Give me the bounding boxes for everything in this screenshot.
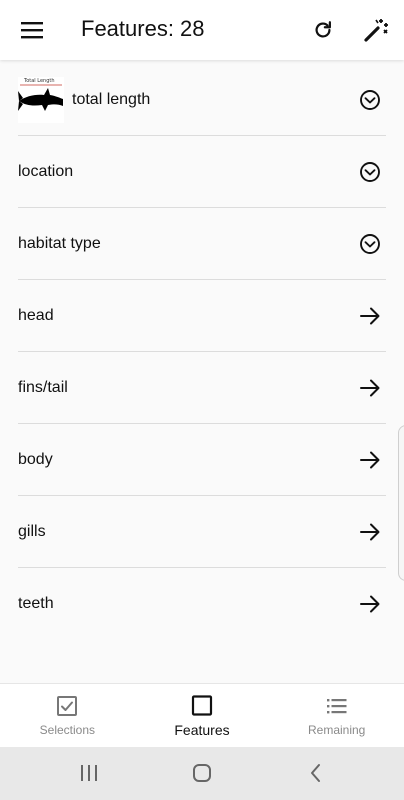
feature-list: Total Length total length location habit… xyxy=(0,64,404,640)
square-outline-icon xyxy=(191,695,213,716)
open-button[interactable] xyxy=(354,510,386,554)
home-button[interactable] xyxy=(180,755,224,791)
feature-label: fins/tail xyxy=(18,378,68,396)
expand-button[interactable] xyxy=(354,222,386,266)
recents-button[interactable] xyxy=(67,755,111,791)
arrow-right-icon xyxy=(360,523,380,541)
open-button[interactable] xyxy=(354,582,386,626)
list-icon xyxy=(326,699,347,714)
feature-row-location[interactable]: location xyxy=(18,136,386,208)
chevron-down-circle-icon xyxy=(360,90,380,110)
shark-thumbnail: Total Length xyxy=(18,76,64,123)
home-icon xyxy=(193,764,211,782)
feature-row-total-length[interactable]: Total Length total length xyxy=(18,64,386,136)
hamburger-menu-icon xyxy=(21,22,43,39)
open-button[interactable] xyxy=(354,366,386,410)
nav-item-selections[interactable]: Selections xyxy=(0,684,135,747)
feature-label: teeth xyxy=(18,595,54,612)
scroll-handle[interactable] xyxy=(398,425,404,581)
system-nav-bar xyxy=(0,747,404,800)
app-bar: Features: 28 xyxy=(0,0,404,60)
recents-icon xyxy=(81,765,97,781)
nav-label: Remaining xyxy=(307,723,366,737)
feature-row-habitat-type[interactable]: habitat type xyxy=(18,208,386,280)
magic-wand-icon xyxy=(364,19,388,42)
nav-label: Selections xyxy=(39,723,96,737)
open-button[interactable] xyxy=(354,438,386,482)
open-button[interactable] xyxy=(354,294,386,338)
back-button[interactable] xyxy=(294,755,338,791)
feature-row-body[interactable]: body xyxy=(18,424,386,496)
feature-label: total length xyxy=(72,90,151,108)
menu-button[interactable] xyxy=(10,8,54,52)
magic-wand-button[interactable] xyxy=(354,8,398,52)
checkbox-checked-icon xyxy=(57,696,78,716)
nav-label: Features xyxy=(174,722,230,738)
feature-row-head[interactable]: head xyxy=(18,280,386,352)
feature-label: body xyxy=(18,450,53,468)
arrow-right-icon xyxy=(360,451,380,469)
refresh-icon xyxy=(315,21,331,38)
feature-label: gills xyxy=(18,522,46,540)
expand-button[interactable] xyxy=(354,78,386,122)
feature-label: habitat type xyxy=(18,234,101,252)
nav-item-features[interactable]: Features xyxy=(135,684,270,747)
arrow-right-icon xyxy=(360,379,380,397)
chevron-down-circle-icon xyxy=(360,234,380,254)
back-icon xyxy=(311,764,320,782)
chevron-down-circle-icon xyxy=(360,162,380,182)
bottom-nav: Selections Features Remaining xyxy=(0,683,404,747)
feature-row-fins-tail[interactable]: fins/tail xyxy=(18,352,386,424)
nav-item-remaining[interactable]: Remaining xyxy=(269,684,404,747)
feature-label: location xyxy=(18,162,74,180)
feature-label: head xyxy=(18,306,54,324)
arrow-right-icon xyxy=(360,595,380,613)
thumbnail-caption: Total Length xyxy=(24,77,55,84)
feature-row-gills[interactable]: gills xyxy=(18,496,386,568)
page-title: Features: 28 xyxy=(81,16,205,41)
arrow-right-icon xyxy=(360,307,380,325)
expand-button[interactable] xyxy=(354,150,386,194)
refresh-button[interactable] xyxy=(301,8,345,52)
feature-row-teeth[interactable]: teeth xyxy=(18,568,386,640)
